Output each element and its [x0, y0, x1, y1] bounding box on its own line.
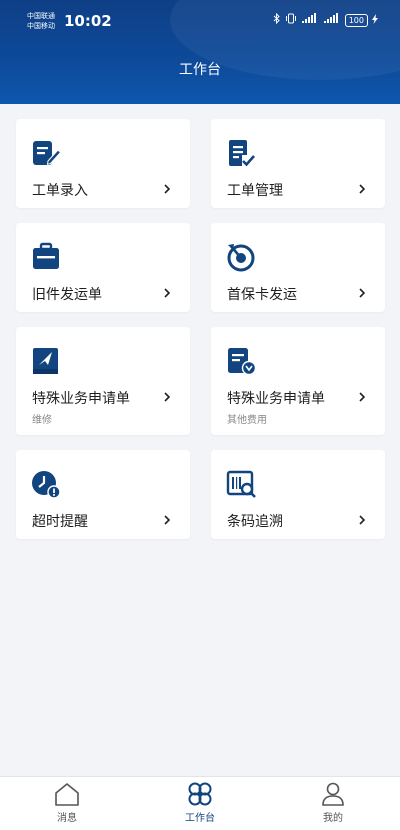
tab-label: 消息	[57, 813, 77, 824]
card-label: 工单录入	[32, 183, 88, 199]
target-icon	[225, 241, 257, 273]
battery-indicator: 100	[344, 13, 368, 27]
chevron-right-icon	[162, 181, 172, 195]
card-special-request-other-fees[interactable]: 特殊业务申请单 其他费用	[211, 327, 385, 435]
carrier-2: 中国移动	[27, 22, 55, 30]
card-sublabel: 维修	[32, 415, 52, 426]
card-label: 条码追溯	[227, 514, 283, 530]
card-label: 特殊业务申请单	[227, 391, 325, 407]
status-bar: 中国联通 中国移动 10:02 100	[0, 0, 400, 40]
card-work-order-management[interactable]: 工单管理	[211, 119, 385, 208]
carrier-info: 中国联通 中国移动	[27, 11, 55, 31]
user-icon	[303, 781, 363, 807]
vibrate-icon	[285, 13, 297, 27]
clipboard-icon	[30, 241, 62, 273]
chevron-right-icon	[357, 389, 367, 403]
carrier-1: 中国联通	[27, 12, 55, 20]
card-old-parts-shipment[interactable]: 旧件发运单	[16, 223, 190, 312]
chevron-right-icon	[162, 389, 172, 403]
card-work-order-entry[interactable]: 工单录入	[16, 119, 190, 208]
tab-mine[interactable]: 我的	[303, 781, 363, 829]
signal-icon	[301, 13, 319, 27]
tab-label: 我的	[323, 813, 343, 824]
clock-alert-icon	[30, 468, 62, 500]
card-label: 旧件发运单	[32, 287, 102, 303]
chevron-right-icon	[357, 285, 367, 299]
tab-messages[interactable]: 消息	[37, 781, 97, 829]
chevron-right-icon	[357, 512, 367, 526]
card-special-request-repair[interactable]: 特殊业务申请单 维修	[16, 327, 190, 435]
charging-icon	[372, 13, 378, 27]
clover-icon	[170, 781, 230, 807]
card-label: 工单管理	[227, 183, 283, 199]
status-icons: 100	[273, 12, 378, 27]
card-label: 特殊业务申请单	[32, 391, 130, 407]
tab-workbench[interactable]: 工作台	[170, 781, 230, 829]
chevron-right-icon	[162, 285, 172, 299]
card-label: 超时提醒	[32, 514, 88, 530]
bluetooth-icon	[273, 12, 281, 27]
card-label: 首保卡发运	[227, 287, 297, 303]
bottom-tab-bar: 消息 工作台 我的	[0, 776, 400, 830]
chevron-right-icon	[162, 512, 172, 526]
header: 中国联通 中国移动 10:02 100 工作台	[0, 0, 400, 104]
document-badge-icon	[225, 345, 257, 377]
document-check-icon	[225, 137, 257, 169]
card-timeout-reminder[interactable]: 超时提醒	[16, 450, 190, 539]
tab-label: 工作台	[185, 813, 215, 824]
page-title: 工作台	[179, 62, 221, 78]
signal-2-icon	[323, 13, 341, 27]
chevron-right-icon	[357, 181, 367, 195]
status-time: 10:02	[64, 12, 112, 30]
card-sublabel: 其他费用	[227, 415, 267, 426]
card-barcode-trace[interactable]: 条码追溯	[211, 450, 385, 539]
edit-document-icon	[30, 137, 62, 169]
card-first-maintenance-card-shipment[interactable]: 首保卡发运	[211, 223, 385, 312]
home-icon	[37, 781, 97, 807]
book-flag-icon	[30, 345, 62, 377]
barcode-search-icon	[225, 468, 257, 500]
